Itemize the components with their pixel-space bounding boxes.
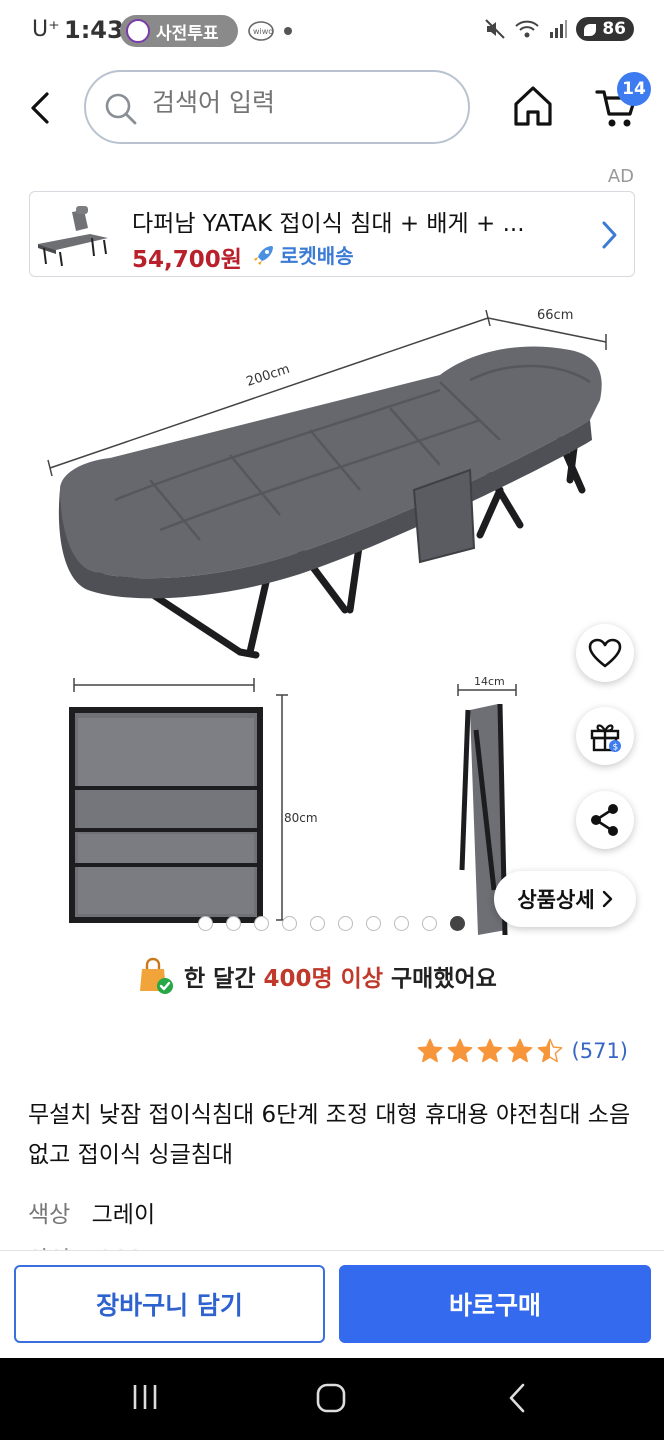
carousel-dot[interactable]: [310, 916, 325, 931]
star-icon: [477, 1038, 502, 1063]
search-bar[interactable]: [84, 70, 470, 144]
carousel-dot[interactable]: [394, 916, 409, 931]
carousel-dot[interactable]: [198, 916, 213, 931]
buy-now-button[interactable]: 바로구매: [339, 1265, 651, 1343]
carousel-dot[interactable]: [338, 916, 353, 931]
top-header: [0, 62, 664, 152]
carousel-dot[interactable]: [282, 916, 297, 931]
rating-stars: [416, 1037, 564, 1065]
notification-dot-icon: [284, 27, 292, 35]
shopping-bag-check-icon: [140, 957, 173, 994]
review-count[interactable]: (571): [572, 1039, 628, 1063]
share-icon: [591, 804, 618, 836]
chevron-left-icon: [31, 92, 49, 124]
color-option-value: 그레이: [91, 1202, 156, 1228]
image-carousel-indicator[interactable]: [198, 916, 465, 931]
color-option-label: 색상: [28, 1202, 71, 1228]
carousel-dot[interactable]: [422, 916, 437, 931]
back-button[interactable]: [22, 86, 58, 130]
home-icon: [514, 86, 552, 126]
share-button[interactable]: [576, 791, 634, 849]
chevron-right-icon: [602, 890, 612, 908]
home-nav-icon[interactable]: [315, 1382, 347, 1414]
carrier-label: U⁺: [32, 17, 60, 42]
carousel-dot[interactable]: [366, 916, 381, 931]
carousel-dot[interactable]: [226, 916, 241, 931]
star-icon: [447, 1038, 472, 1063]
signal-icon: [550, 20, 568, 38]
dim-width-label: 66cm: [537, 308, 573, 323]
promo-text: 한 달간 400명 이상 구매했어요: [184, 959, 497, 993]
dim-folded-height-label: 80cm: [284, 811, 318, 825]
vote-notification-pill: 사전투표: [120, 15, 238, 47]
svg-text:wiwo: wiwo: [253, 27, 273, 36]
dim-length-label: 200cm: [245, 362, 292, 390]
pill-label: 사전투표: [156, 23, 219, 44]
product-detail-button[interactable]: 상품상세: [494, 871, 636, 927]
bottom-action-bar: 장바구니 담기 바로구매: [0, 1250, 664, 1358]
product-rating[interactable]: (571): [416, 1037, 628, 1065]
system-nav-bar: [0, 1358, 664, 1440]
promo-suffix: 구매했어요: [383, 966, 497, 992]
mute-icon: [485, 19, 506, 39]
gift-icon: $: [590, 724, 621, 753]
cart-count-badge: 14: [617, 72, 651, 106]
dim-folded-depth-label: 14cm: [474, 675, 505, 688]
rocket-icon: [254, 245, 273, 265]
election-logo-icon: [126, 19, 150, 43]
svg-text:$: $: [613, 743, 619, 753]
ad-title: 다퍼남 YATAK 접이식 침대 + 배게 + ...: [132, 211, 525, 237]
clock: 1:43: [64, 16, 124, 44]
search-input[interactable]: [152, 88, 442, 117]
product-detail-label: 상품상세: [517, 888, 595, 912]
ad-label: AD: [607, 166, 634, 187]
purchase-count-banner: 한 달간 400명 이상 구매했어요: [136, 957, 497, 995]
product-title: 무설치 낮잠 접이식침대 6단계 조정 대형 휴대용 야전침대 소음 없고 접이…: [28, 1102, 631, 1168]
heart-icon: [588, 638, 622, 668]
chevron-right-icon: [602, 221, 617, 249]
wishlist-button[interactable]: [576, 624, 634, 682]
search-icon: [105, 93, 137, 125]
star-icon: [417, 1038, 442, 1063]
home-button[interactable]: [512, 84, 554, 132]
add-to-cart-button[interactable]: 장바구니 담기: [14, 1265, 325, 1343]
carousel-dot[interactable]: [254, 916, 269, 931]
status-bar: U⁺ 1:43 사전투표 wiwo 86: [0, 0, 664, 62]
ad-price: 54,700원: [132, 247, 242, 273]
wiwo-icon: wiwo: [247, 20, 275, 46]
ad-product-thumbnail: [38, 206, 108, 267]
sponsored-product-card[interactable]: 다퍼남 YATAK 접이식 침대 + 배게 + ... 54,700원 로켓배송: [29, 191, 635, 277]
product-image[interactable]: 200cm 66cm 80cm 14cm: [0, 290, 664, 940]
gift-button[interactable]: $: [576, 707, 634, 765]
star-icon: [507, 1038, 532, 1063]
rocket-delivery-label: 로켓배송: [280, 244, 354, 268]
promo-prefix: 한 달간: [184, 966, 264, 992]
back-nav-icon[interactable]: [506, 1382, 528, 1414]
status-icons: 86: [484, 17, 634, 41]
color-option-row[interactable]: 색상 그레이: [28, 1195, 155, 1229]
wifi-icon: [515, 20, 540, 38]
promo-highlight: 400명 이상: [263, 966, 384, 992]
recent-apps-icon[interactable]: [130, 1382, 160, 1412]
battery-indicator: 86: [576, 17, 634, 41]
rocket-delivery-badge: 로켓배송: [252, 240, 354, 269]
carousel-dot[interactable]: [450, 916, 465, 931]
star-icon: [537, 1038, 562, 1063]
